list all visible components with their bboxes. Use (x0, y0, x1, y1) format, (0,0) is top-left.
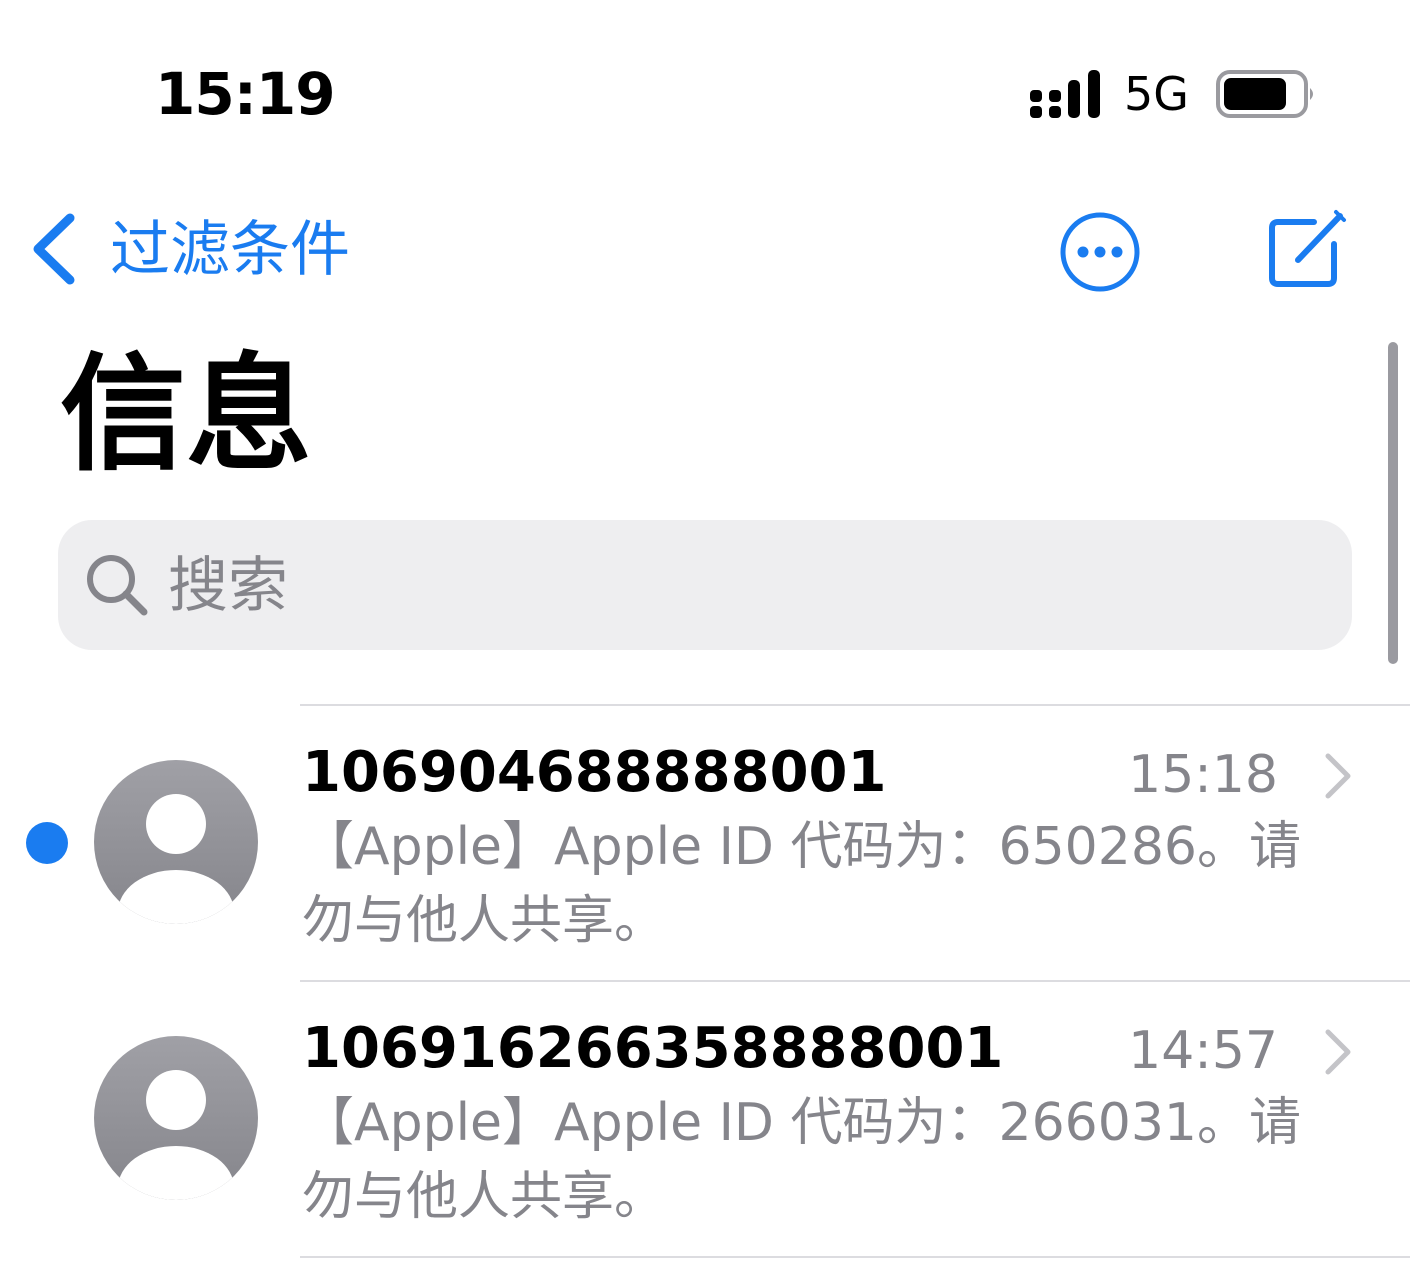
network-type-label: 5G (1124, 67, 1189, 121)
status-time: 15:19 (155, 60, 336, 128)
contact-avatar-icon (94, 1036, 258, 1200)
scroll-indicator (1388, 342, 1398, 664)
compose-icon[interactable] (1262, 204, 1352, 294)
list-separator (300, 1256, 1410, 1258)
back-button-label[interactable]: 过滤条件 (110, 214, 350, 286)
signal-icon (1030, 70, 1100, 118)
message-time: 14:57 (1128, 1021, 1278, 1081)
chevron-right-icon (1325, 753, 1351, 799)
unread-indicator (26, 822, 68, 864)
contact-avatar-icon (94, 760, 258, 924)
message-preview: 【Apple】Apple ID 代码为：266031。请勿与他人共享。 (302, 1093, 1301, 1227)
battery-icon (1216, 70, 1313, 118)
more-icon[interactable] (1058, 210, 1142, 294)
sender-name: 106904688888001 (302, 740, 887, 805)
search-placeholder: 搜索 (168, 551, 288, 621)
conversation-row[interactable]: 106904688888001 15:18 【Apple】Apple ID 代码… (0, 706, 1410, 980)
sender-name: 106916266358888001 (302, 1016, 1004, 1081)
message-preview: 【Apple】Apple ID 代码为：650286。请勿与他人共享。 (302, 817, 1301, 951)
search-icon (87, 555, 148, 616)
back-chevron-icon[interactable] (30, 212, 80, 286)
page-title: 信息 (60, 341, 312, 488)
message-time: 15:18 (1128, 745, 1278, 805)
conversation-row[interactable]: 106916266358888001 14:57 【Apple】Apple ID… (0, 982, 1410, 1256)
chevron-right-icon (1325, 1029, 1351, 1075)
